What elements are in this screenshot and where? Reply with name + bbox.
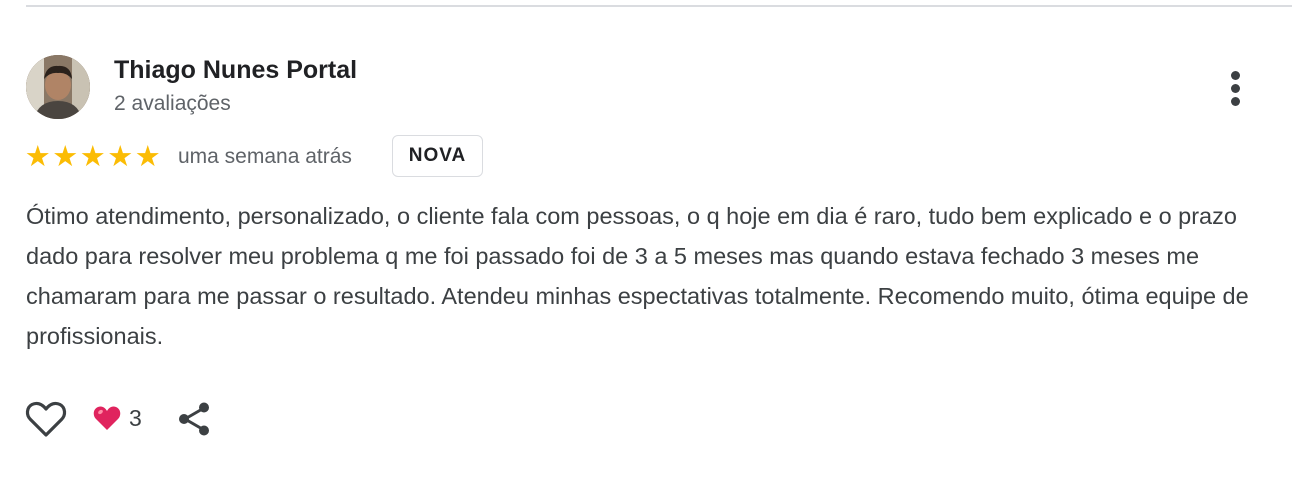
share-icon bbox=[179, 402, 209, 436]
review-text: Ótimo atendimento, personalizado, o clie… bbox=[26, 203, 1249, 349]
star-icon: ★ bbox=[24, 141, 51, 173]
reaction-count: 3 bbox=[129, 404, 142, 431]
share-button[interactable] bbox=[176, 400, 212, 438]
more-vert-icon bbox=[1231, 71, 1240, 80]
reviewer-name[interactable]: Thiago Nunes Portal bbox=[114, 56, 357, 85]
like-button[interactable] bbox=[25, 400, 67, 438]
heart-outline-icon bbox=[25, 401, 67, 437]
new-badge: NOVA bbox=[392, 135, 483, 177]
star-icon: ★ bbox=[79, 141, 106, 173]
star-icon: ★ bbox=[107, 141, 134, 173]
more-vert-icon-dot bbox=[1231, 97, 1240, 106]
review-count: 2 avaliações bbox=[114, 92, 231, 115]
review-date: uma semana atrás bbox=[178, 145, 352, 168]
red-heart-emoji-icon bbox=[93, 406, 121, 430]
top-divider bbox=[26, 5, 1292, 7]
avatar-photo bbox=[26, 55, 90, 119]
more-vert-icon-dot bbox=[1231, 84, 1240, 93]
heart-reaction[interactable]: 3 bbox=[93, 401, 142, 435]
star-icon: ★ bbox=[52, 141, 79, 173]
avatar[interactable] bbox=[26, 55, 90, 119]
more-options-button[interactable] bbox=[1222, 66, 1250, 110]
star-rating: ★ ★ ★ ★ ★ bbox=[24, 142, 162, 172]
star-icon: ★ bbox=[134, 141, 161, 173]
